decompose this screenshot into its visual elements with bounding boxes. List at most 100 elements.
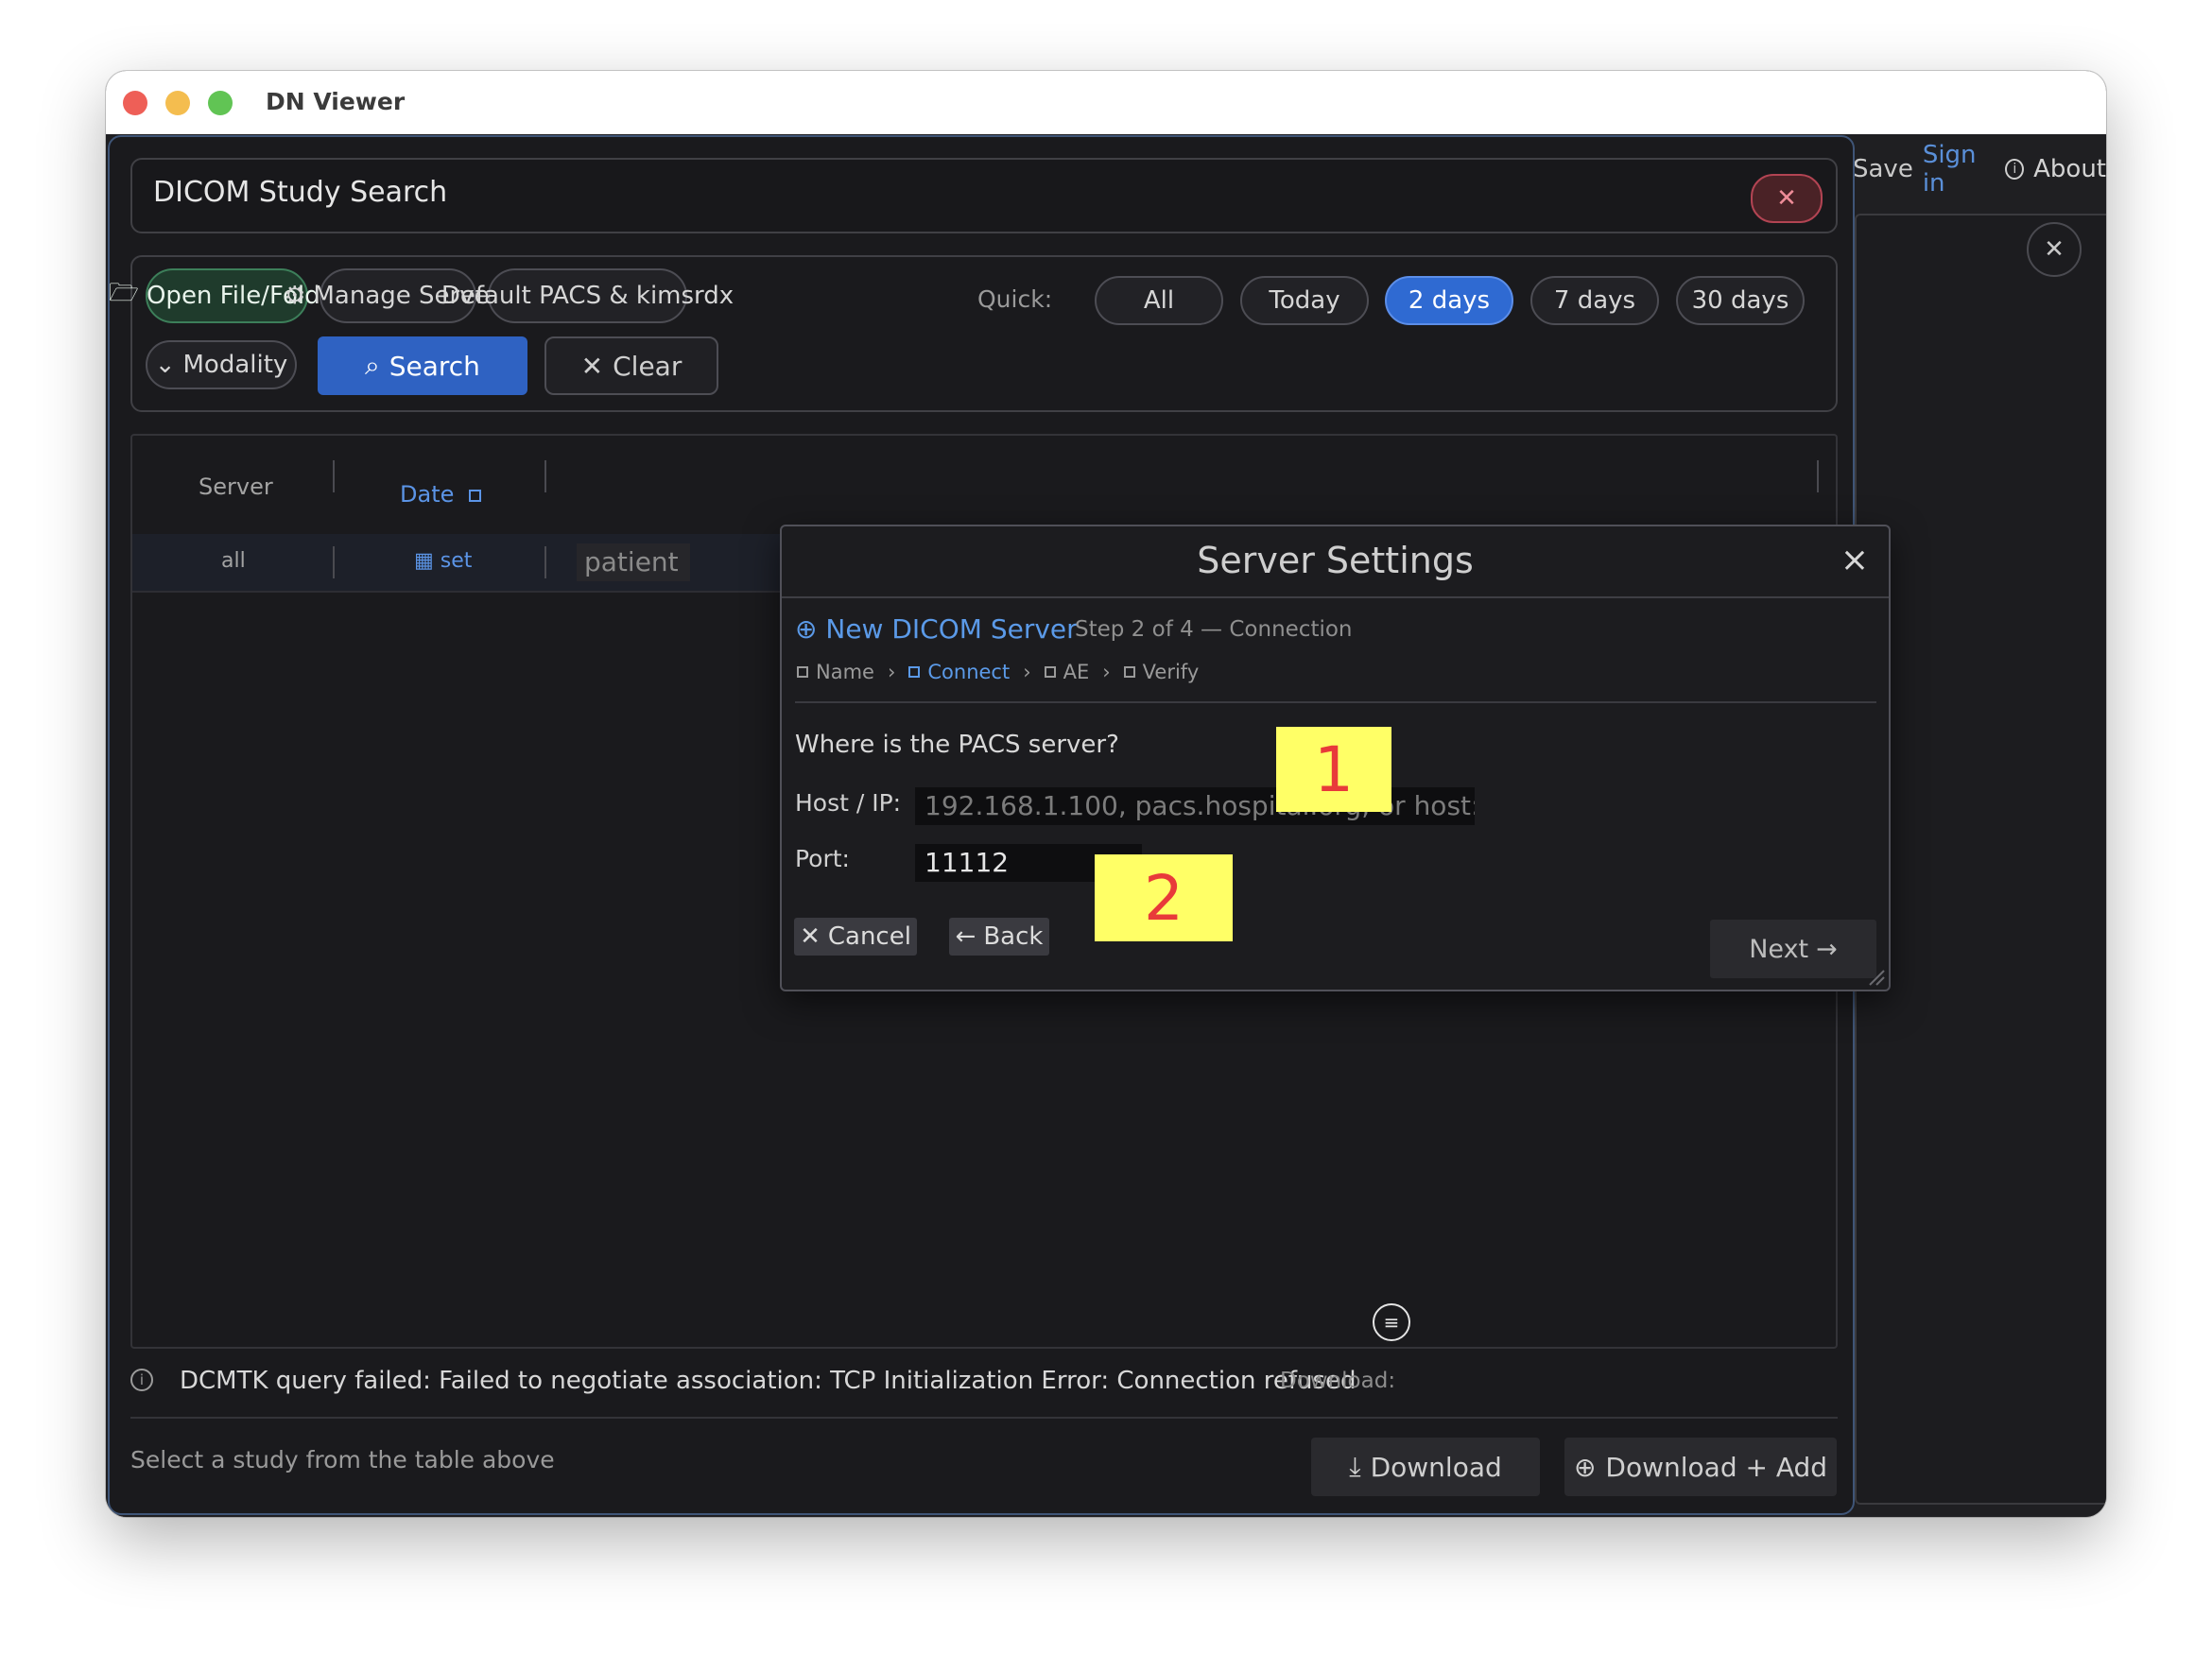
date-label: Date (400, 481, 455, 508)
wizard-step-label: Step 2 of 4 — Connection (1075, 617, 1353, 642)
step-box-icon (908, 666, 921, 678)
wizard-title: ⊕ New DICOM Server (795, 613, 1078, 645)
status-message: DCMTK query failed: Failed to negotiate … (180, 1367, 1357, 1395)
close-icon[interactable]: × (1838, 543, 1872, 577)
column-separator (544, 546, 546, 578)
quick-today-button[interactable]: Today (1240, 276, 1369, 325)
close-icon: ✕ (800, 922, 821, 951)
port-label: Port: (795, 845, 850, 872)
date-filter-label: set (440, 549, 473, 573)
step-box-icon (1044, 666, 1056, 678)
wizard-breadcrumb: Name › Connect › AE › Verify (797, 661, 1199, 683)
clear-button[interactable]: ✕ Clear (544, 336, 718, 395)
modality-dropdown[interactable]: ⌄ Modality (146, 340, 297, 389)
column-separator (333, 546, 335, 578)
background-side-panel (1855, 214, 2106, 1505)
download-add-button[interactable]: ⊕ Download + Add (1564, 1438, 1837, 1496)
quick-all-button[interactable]: All (1095, 276, 1223, 325)
step-box-icon (1123, 666, 1135, 678)
status-bar: i DCMTK query failed: Failed to negotiat… (130, 1359, 1838, 1406)
search-label: Search (389, 350, 480, 382)
download-progress-label: Download: (1280, 1369, 1396, 1393)
title-bar: DN Viewer (106, 71, 2106, 135)
crumb-name-label: Name (816, 661, 874, 683)
modality-label: Modality (182, 351, 288, 379)
window-minimize-button[interactable] (165, 91, 190, 115)
calendar-icon: ▦ (414, 549, 434, 573)
quick-all-label: All (1143, 286, 1175, 315)
window-close-button[interactable] (123, 91, 147, 115)
modal-header: Server Settings × (782, 526, 1889, 598)
info-icon: i (130, 1369, 153, 1391)
close-icon: ✕ (1776, 184, 1797, 213)
search-header: DICOM Study Search ✕ (130, 158, 1838, 233)
annotation-badge-2: 2 (1095, 854, 1233, 941)
search-button[interactable]: ⌕ Search (318, 336, 527, 395)
plus-circle-icon: ⊕ (795, 613, 818, 645)
back-button[interactable]: ← Back (949, 918, 1049, 956)
menu-handle-icon[interactable]: ≡ (1373, 1303, 1410, 1341)
quick-2-days-button[interactable]: 2 days (1385, 276, 1513, 325)
window-zoom-button[interactable] (208, 91, 233, 115)
close-icon[interactable]: ✕ (2027, 222, 2082, 277)
download-icon: ⤓ (1349, 1451, 1361, 1482)
crumb-verify[interactable]: Verify (1123, 661, 1200, 683)
crumb-ae-label: AE (1063, 661, 1090, 683)
background-topbar: Save Sign in i About (1853, 141, 2106, 198)
back-label: Back (983, 922, 1044, 951)
next-button[interactable]: Next → (1710, 920, 1876, 978)
about-button[interactable]: About (2033, 155, 2106, 183)
search-icon: ⌕ (365, 350, 380, 381)
download-button[interactable]: ⤓ Download (1311, 1438, 1540, 1496)
patient-filter-input[interactable]: patient (577, 543, 690, 581)
column-header-server[interactable]: Server (199, 474, 273, 500)
download-add-label: Download + Add (1605, 1451, 1828, 1483)
host-label: Host / IP: (795, 789, 902, 817)
crumb-name[interactable]: Name (797, 661, 874, 683)
quick-7-days-label: 7 days (1553, 286, 1636, 315)
close-dialog-button[interactable]: ✕ (1751, 174, 1823, 223)
default-pacs-selector[interactable]: Default PACS & kimsrdx (441, 268, 734, 323)
column-separator[interactable] (333, 460, 335, 492)
quick-7-days-button[interactable]: 7 days (1530, 276, 1659, 325)
app-title: DN Viewer (266, 88, 406, 115)
cancel-label: Cancel (827, 922, 911, 951)
server-filter[interactable]: all (221, 549, 246, 573)
column-separator[interactable] (1817, 460, 1819, 492)
column-separator[interactable] (544, 460, 546, 492)
step-box-icon (797, 666, 808, 678)
quick-label: Quick: (977, 285, 1053, 313)
resize-grip-icon[interactable] (1866, 967, 1885, 986)
chevron-right-icon: › (1102, 661, 1111, 683)
sort-icon (469, 490, 482, 502)
download-label: Download (1370, 1451, 1502, 1483)
close-icon: ✕ (580, 350, 604, 382)
gear-icon: ⚙ (284, 282, 306, 310)
chevron-right-icon: › (887, 661, 896, 683)
date-filter[interactable]: ▦ set (414, 549, 472, 573)
quick-today-label: Today (1269, 286, 1340, 315)
save-button[interactable]: Save (1853, 155, 1913, 183)
crumb-connect-label: Connect (927, 661, 1011, 683)
chevron-down-icon: ⌄ (154, 351, 176, 379)
folder-icon: 🗁 (108, 279, 139, 307)
divider (130, 1417, 1838, 1419)
sign-in-link[interactable]: Sign in (1923, 141, 1996, 198)
app-window: DN Viewer Save Sign in i About ✕ DICOM S… (106, 71, 2106, 1517)
crumb-verify-label: Verify (1142, 661, 1200, 683)
divider (795, 701, 1876, 703)
quick-30-days-button[interactable]: 30 days (1676, 276, 1805, 325)
column-header-date[interactable]: Date (400, 481, 482, 508)
default-pacs-label: Default PACS & kimsrdx (441, 282, 734, 310)
info-icon: i (2005, 159, 2025, 180)
crumb-ae[interactable]: AE (1044, 661, 1090, 683)
cancel-button[interactable]: ✕ Cancel (794, 918, 917, 956)
arrow-right-icon: → (1816, 934, 1838, 964)
annotation-badge-1: 1 (1276, 727, 1391, 812)
dialog-title: DICOM Study Search (153, 176, 448, 209)
crumb-connect[interactable]: Connect (908, 661, 1010, 683)
quick-2-days-label: 2 days (1408, 286, 1491, 315)
quick-30-days-label: 30 days (1691, 286, 1789, 315)
plus-circle-icon: ⊕ (1573, 1451, 1597, 1483)
next-label: Next (1749, 934, 1809, 964)
